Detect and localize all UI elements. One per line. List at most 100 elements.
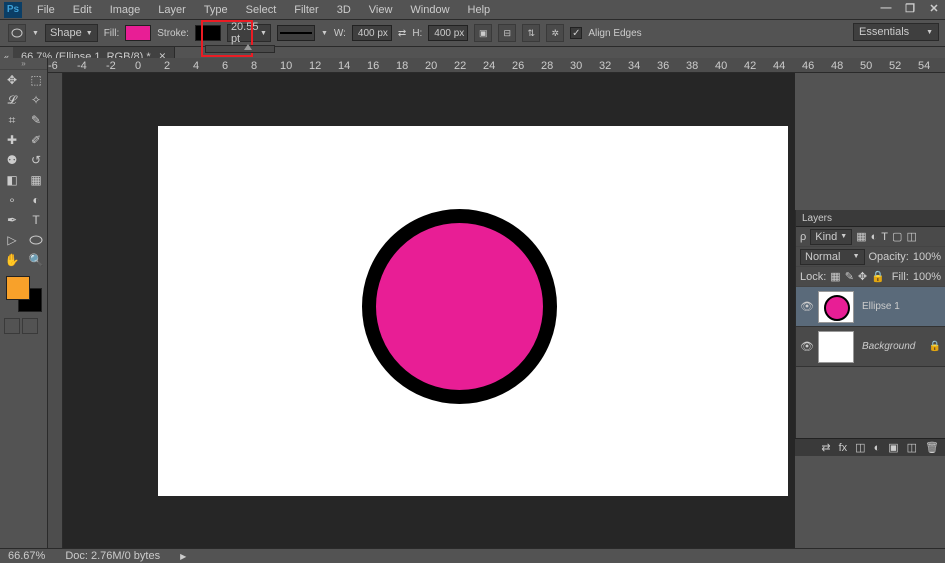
color-swatches[interactable] (4, 274, 44, 314)
lock-paint-icon[interactable]: ✎ (845, 270, 854, 283)
filter-kind-dropdown[interactable]: Kind▼ (810, 229, 852, 245)
stroke-width-slider[interactable] (205, 45, 275, 53)
layer-name-label[interactable]: Ellipse 1 (862, 301, 900, 312)
status-bar: 66.67% Doc: 2.76M/0 bytes ▶ (0, 548, 945, 563)
fx-icon[interactable]: fx (839, 442, 848, 454)
layer-name-label[interactable]: Background (862, 341, 915, 352)
brush-tool[interactable]: ✐ (24, 130, 48, 150)
stamp-tool[interactable]: ⚉ (0, 150, 24, 170)
shape-tool[interactable] (24, 230, 48, 250)
mask-icon[interactable]: ◫ (855, 441, 865, 454)
eyedropper-tool[interactable]: ✎ (24, 110, 48, 130)
move-tool[interactable]: ✥ (0, 70, 24, 90)
restore-button[interactable]: ❐ (903, 2, 917, 15)
type-tool[interactable]: T (24, 210, 48, 230)
link-layers-icon[interactable]: ⇄ (821, 441, 830, 454)
healing-tool[interactable]: ✚ (0, 130, 24, 150)
tools-panel: » ✥ ⬚ 𝓛 ✧ ⌗ ✎ ✚ ✐ ⚉ ↺ ◧ ▦ ∘ ◐ ✒ T ▷ ✋ 🔍 (0, 58, 48, 548)
pen-tool[interactable]: ✒ (0, 210, 24, 230)
height-input[interactable]: 400 px (428, 25, 468, 41)
layer-thumbnail[interactable] (818, 291, 854, 323)
filter-shape-icon[interactable]: ▢ (892, 230, 902, 243)
width-input[interactable]: 400 px (352, 25, 392, 41)
gradient-tool[interactable]: ▦ (24, 170, 48, 190)
lock-icon: 🔒 (929, 341, 941, 352)
gear-icon[interactable]: ✲ (546, 24, 564, 42)
minimize-button[interactable]: — (879, 2, 893, 15)
dodge-tool[interactable]: ◐ (24, 190, 48, 210)
eraser-tool[interactable]: ◧ (0, 170, 24, 190)
tool-mode-dropdown[interactable]: Shape ▼ (45, 24, 98, 42)
layers-tab[interactable]: Layers (796, 210, 945, 227)
canvas[interactable] (158, 126, 788, 496)
tool-preset-icon[interactable] (8, 24, 26, 42)
fill-swatch[interactable] (125, 25, 151, 41)
horizontal-ruler: -6-4-20246810121416182022242628303234363… (48, 58, 945, 73)
menu-edit[interactable]: Edit (64, 0, 101, 20)
layer-ellipse[interactable]: 👁 Ellipse 1 (796, 287, 945, 327)
stroke-swatch[interactable] (195, 25, 221, 41)
zoom-level[interactable]: 66.67% (8, 550, 45, 562)
fill-value[interactable]: 100% (913, 271, 941, 283)
filter-pixel-icon[interactable]: ▦ (856, 230, 866, 243)
lock-position-icon[interactable]: ✥ (858, 270, 867, 283)
opacity-value[interactable]: 100% (913, 251, 941, 263)
blur-tool[interactable]: ∘ (0, 190, 24, 210)
path-arrange-icon[interactable]: ⇅ (522, 24, 540, 42)
menu-image[interactable]: Image (101, 0, 150, 20)
canvas-area[interactable] (63, 73, 795, 548)
adjustment-icon[interactable]: ◐ (874, 442, 881, 454)
h-label: H: (412, 28, 422, 39)
doc-info[interactable]: Doc: 2.76M/0 bytes (65, 550, 160, 562)
ellipse-shape[interactable] (362, 209, 557, 404)
menu-window[interactable]: Window (401, 0, 458, 20)
path-align-icon[interactable]: ⊟ (498, 24, 516, 42)
filter-adjust-icon[interactable]: ◐ (871, 231, 878, 243)
layer-thumbnail[interactable] (818, 331, 854, 363)
history-brush-tool[interactable]: ↺ (24, 150, 48, 170)
visibility-icon[interactable]: 👁 (800, 340, 814, 353)
zoom-tool[interactable]: 🔍 (24, 250, 48, 270)
filter-smart-icon[interactable]: ◫ (906, 230, 916, 243)
link-icon[interactable]: ⇄ (398, 28, 406, 39)
crop-tool[interactable]: ⌗ (0, 110, 24, 130)
menu-file[interactable]: File (28, 0, 64, 20)
hand-tool[interactable]: ✋ (0, 250, 24, 270)
group-icon[interactable]: ▣ (888, 441, 898, 454)
magic-wand-tool[interactable]: ✧ (24, 90, 48, 110)
new-layer-icon[interactable]: ◫ (907, 441, 917, 454)
options-bar: ▼ Shape ▼ Fill: Stroke: 20.55 pt ▼ ▼ W: … (0, 20, 945, 47)
screen-mode-icon[interactable] (22, 318, 38, 334)
visibility-icon[interactable]: 👁 (800, 300, 814, 313)
lock-all-icon[interactable]: 🔒 (871, 270, 885, 283)
search-icon[interactable]: ρ (800, 231, 806, 243)
layer-background[interactable]: 👁 Background 🔒 (796, 327, 945, 367)
menu-view[interactable]: View (360, 0, 402, 20)
workspace-switcher[interactable]: Essentials ▼ (853, 23, 939, 41)
menu-type[interactable]: Type (195, 0, 237, 20)
menu-layer[interactable]: Layer (149, 0, 195, 20)
layers-panel-footer: ⇄ fx ◫ ◐ ▣ ◫ 🗑 (795, 438, 945, 456)
delete-layer-icon[interactable]: 🗑 (925, 441, 939, 454)
menu-select[interactable]: Select (237, 0, 286, 20)
filter-type-icon[interactable]: T (881, 231, 888, 243)
foreground-color[interactable] (6, 276, 30, 300)
marquee-tool[interactable]: ⬚ (24, 70, 48, 90)
path-selection-tool[interactable]: ▷ (0, 230, 24, 250)
tools-collapse[interactable]: » (0, 58, 47, 70)
quick-mask-icon[interactable] (4, 318, 20, 334)
lock-pixels-icon[interactable]: ▦ (830, 270, 840, 283)
close-button[interactable]: ✕ (927, 2, 941, 15)
align-edges-checkbox[interactable]: ✓ (570, 27, 582, 39)
blend-mode-dropdown[interactable]: Normal▼ (800, 249, 865, 265)
menu-help[interactable]: Help (459, 0, 500, 20)
menu-3d[interactable]: 3D (328, 0, 360, 20)
stroke-style-dropdown[interactable] (277, 25, 315, 41)
menu-filter[interactable]: Filter (285, 0, 327, 20)
chevron-down-icon[interactable]: ▼ (32, 30, 39, 37)
stroke-width-input[interactable]: 20.55 pt ▼ (227, 24, 271, 42)
chevron-down-icon[interactable]: ▼ (321, 30, 328, 37)
path-combine-icon[interactable]: ▣ (474, 24, 492, 42)
lasso-tool[interactable]: 𝓛 (0, 90, 24, 110)
status-flyout[interactable]: ▶ (180, 552, 186, 561)
